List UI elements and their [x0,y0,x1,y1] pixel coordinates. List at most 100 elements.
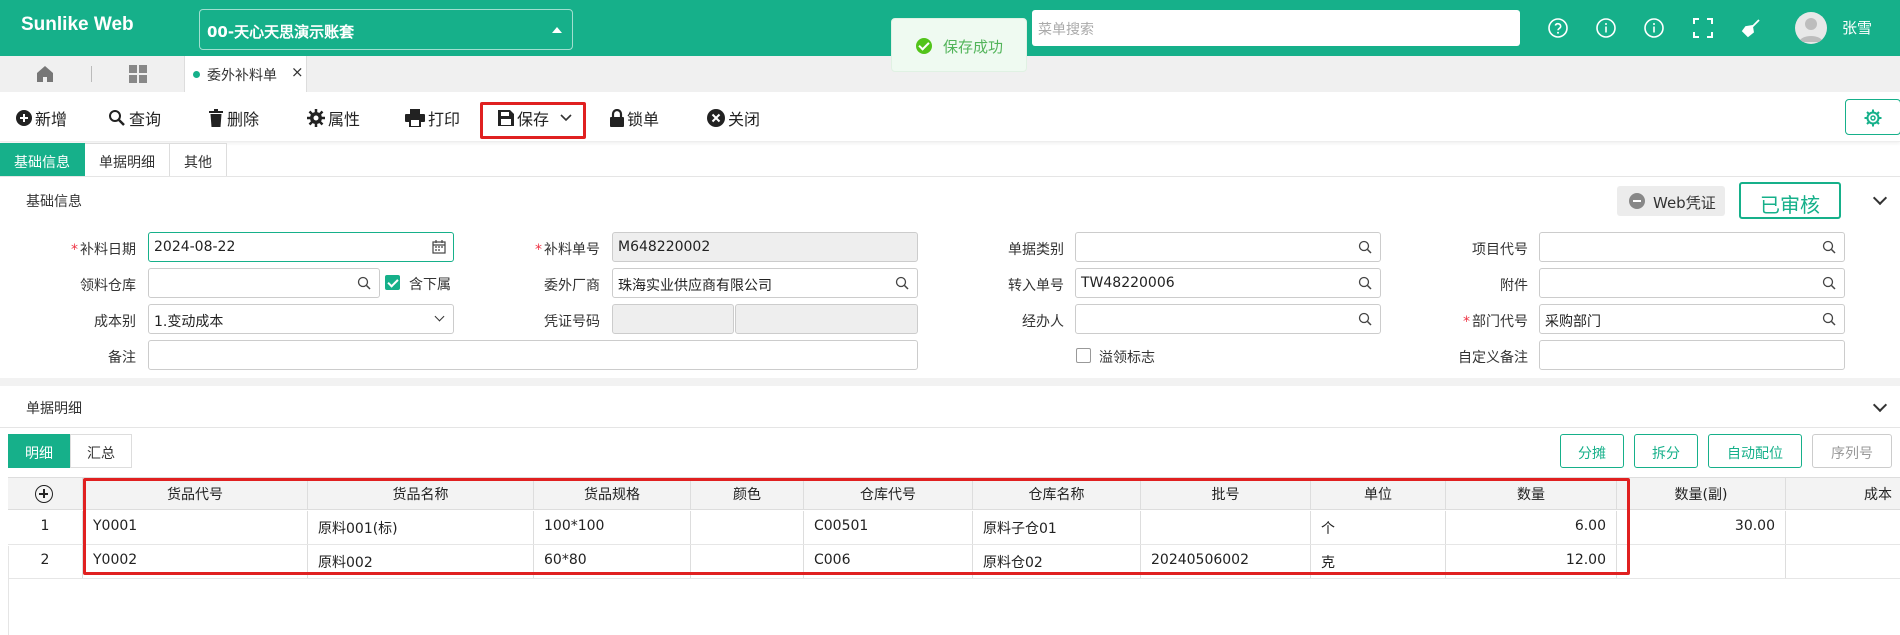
search-icon [1822,312,1836,326]
tab-divider [91,66,92,82]
search-icon [357,276,371,290]
serial-button[interactable]: 序列号 [1812,434,1892,468]
minus-circle-icon [1629,193,1645,209]
plus-circle-icon[interactable] [35,485,53,503]
cell-qty2[interactable] [1617,545,1786,578]
trash-icon [209,109,223,127]
supply-date-field[interactable]: 2024-08-22 [148,232,454,262]
search-icon [895,276,909,290]
printer-icon [405,109,425,127]
lock-button[interactable]: 锁单 [610,106,659,130]
remark-label: 备注 [108,350,136,366]
clean-broom-icon[interactable] [1740,17,1762,39]
menu-search-input[interactable]: 菜单搜索 [1032,10,1520,46]
form-tabs: 基础信息 单据明细 其他 [0,143,227,177]
cell-qty2[interactable]: 30.00 [1617,511,1786,544]
dept-code-label: * 部门代号 [1463,314,1528,330]
fullscreen-icon[interactable] [1692,17,1714,39]
warehouse-field[interactable] [148,268,380,298]
avatar[interactable] [1795,12,1827,44]
dept-code-field[interactable]: 采购部门 [1539,304,1845,334]
cell-cost[interactable] [1786,545,1900,578]
web-voucher-button[interactable]: Web凭证 [1617,186,1725,216]
account-select-value: 00-天心天思演示账套 [207,23,355,41]
help-icon[interactable] [1547,17,1569,39]
transfer-no-field[interactable]: TW48220006 [1075,268,1381,298]
warehouse-label: 领料仓库 [80,278,136,294]
include-sub-label: 含下属 [409,277,451,293]
allocate-button[interactable]: 分摊 [1560,434,1624,468]
split-button[interactable]: 拆分 [1634,434,1698,468]
overflow-label: 溢领标志 [1099,350,1155,366]
chevron-down-icon[interactable] [1872,397,1888,413]
print-button[interactable]: 打印 [405,106,460,130]
plus-circle-icon [16,110,32,126]
tab-detail[interactable]: 明细 [8,434,70,468]
active-dot-icon [193,71,200,78]
attachment-field[interactable] [1539,268,1845,298]
settings-gear-icon [1864,109,1882,127]
success-toast: 保存成功 [891,18,1027,72]
tab-doc-detail[interactable]: 单据明细 [85,143,170,177]
brand-logo: Sunlike Web [21,14,134,35]
tab-basic-info[interactable]: 基础信息 [0,143,85,177]
tab-label: 委外补料单 [207,68,277,84]
supply-no-label: * 补料单号 [535,242,600,258]
cost-type-select[interactable]: 1.变动成本 [148,304,454,334]
project-code-label: 项目代号 [1472,242,1528,258]
remark-field[interactable] [148,340,918,370]
tab-summary[interactable]: 汇总 [70,434,132,468]
vendor-field[interactable]: 珠海实业供应商有限公司 [612,268,918,298]
chevron-down-icon [434,311,445,322]
username[interactable]: 张雪 [1842,17,1872,38]
section-title-detail: 单据明细 [26,401,82,417]
col-header[interactable]: 数量(副) [1617,478,1786,509]
table-left-border [8,546,9,635]
calendar-icon [432,240,446,254]
close-tab-icon[interactable]: × [291,63,304,81]
overflow-checkbox[interactable] [1076,348,1091,363]
cell-cost[interactable] [1786,511,1900,544]
supply-date-label: * 补料日期 [71,242,136,258]
toolbar: 新增 查询 删除 属性 打印 保存 锁单 关闭 [0,92,1900,142]
handler-field[interactable] [1075,304,1381,334]
attachment-label: 附件 [1500,278,1528,294]
table-highlight-box [83,478,1630,575]
save-highlight-box [480,102,586,139]
col-header[interactable]: 成本 [1786,478,1900,509]
toast-message: 保存成功 [943,38,1004,56]
voucher-no-field-2 [735,304,918,334]
properties-button[interactable]: 属性 [307,106,360,130]
section-title-basic: 基础信息 [26,194,82,210]
divider [0,427,1900,428]
custom-remark-label: 自定义备注 [1458,350,1528,366]
search-icon [1358,276,1372,290]
apps-tab[interactable] [93,56,183,92]
tab-other[interactable]: 其他 [170,143,227,177]
auto-match-button[interactable]: 自动配位 [1708,434,1802,468]
settings-button[interactable] [1845,99,1900,135]
add-row-cell[interactable] [8,478,83,509]
chevron-down-icon[interactable] [1872,190,1888,206]
info-icon[interactable] [1595,17,1617,39]
include-sub-checkbox[interactable] [385,275,400,290]
query-button[interactable]: 查询 [108,106,161,130]
search-icon [1822,276,1836,290]
search-icon [109,110,125,126]
handler-label: 经办人 [1022,314,1064,330]
tab-outsource-supply[interactable]: 委外补料单 × [184,56,307,92]
about-icon[interactable] [1643,17,1665,39]
home-tab[interactable] [0,56,92,92]
custom-remark-field[interactable] [1539,340,1845,370]
close-button[interactable]: 关闭 [707,106,760,130]
check-circle-icon [916,38,932,54]
new-button[interactable]: 新增 [16,106,67,130]
doc-type-field[interactable] [1075,232,1381,262]
project-code-field[interactable] [1539,232,1845,262]
lock-icon [610,109,624,127]
account-select[interactable]: 00-天心天思演示账套 [199,9,573,50]
delete-button[interactable]: 删除 [208,106,259,130]
gear-icon [307,109,325,127]
caret-up-icon [552,27,562,33]
detail-tabs: 明细 汇总 [8,434,132,468]
